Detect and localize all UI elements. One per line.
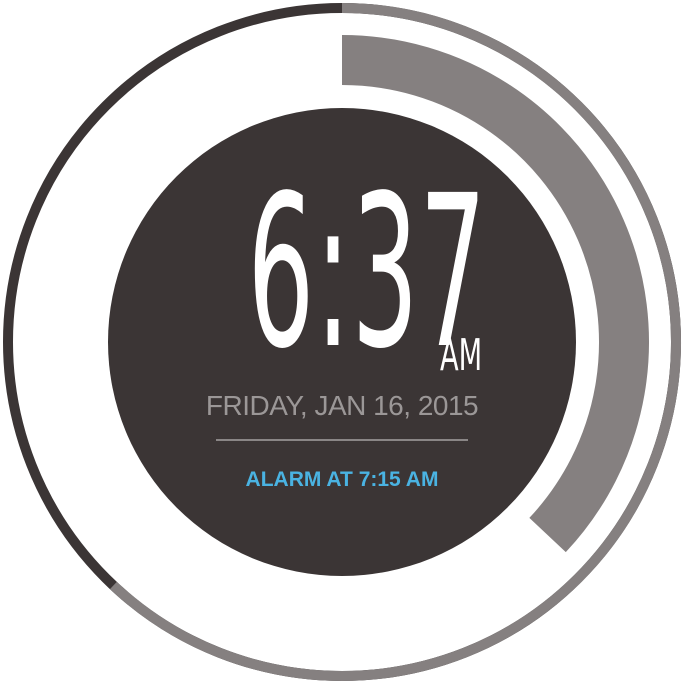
time-digits: 6:37 [247, 150, 488, 395]
date-label: FRIDAY, JAN 16, 2015 [205, 390, 479, 421]
divider-line [216, 439, 468, 441]
time-display: 6:37 [180, 150, 488, 395]
alarm-clock-widget: 6:37 AM FRIDAY, JAN 16, 2015 ALARM AT 7:… [0, 0, 684, 684]
alarm-label[interactable]: ALARM AT 7:15 AM [150, 468, 534, 492]
meridiem-label: AM [440, 330, 483, 381]
